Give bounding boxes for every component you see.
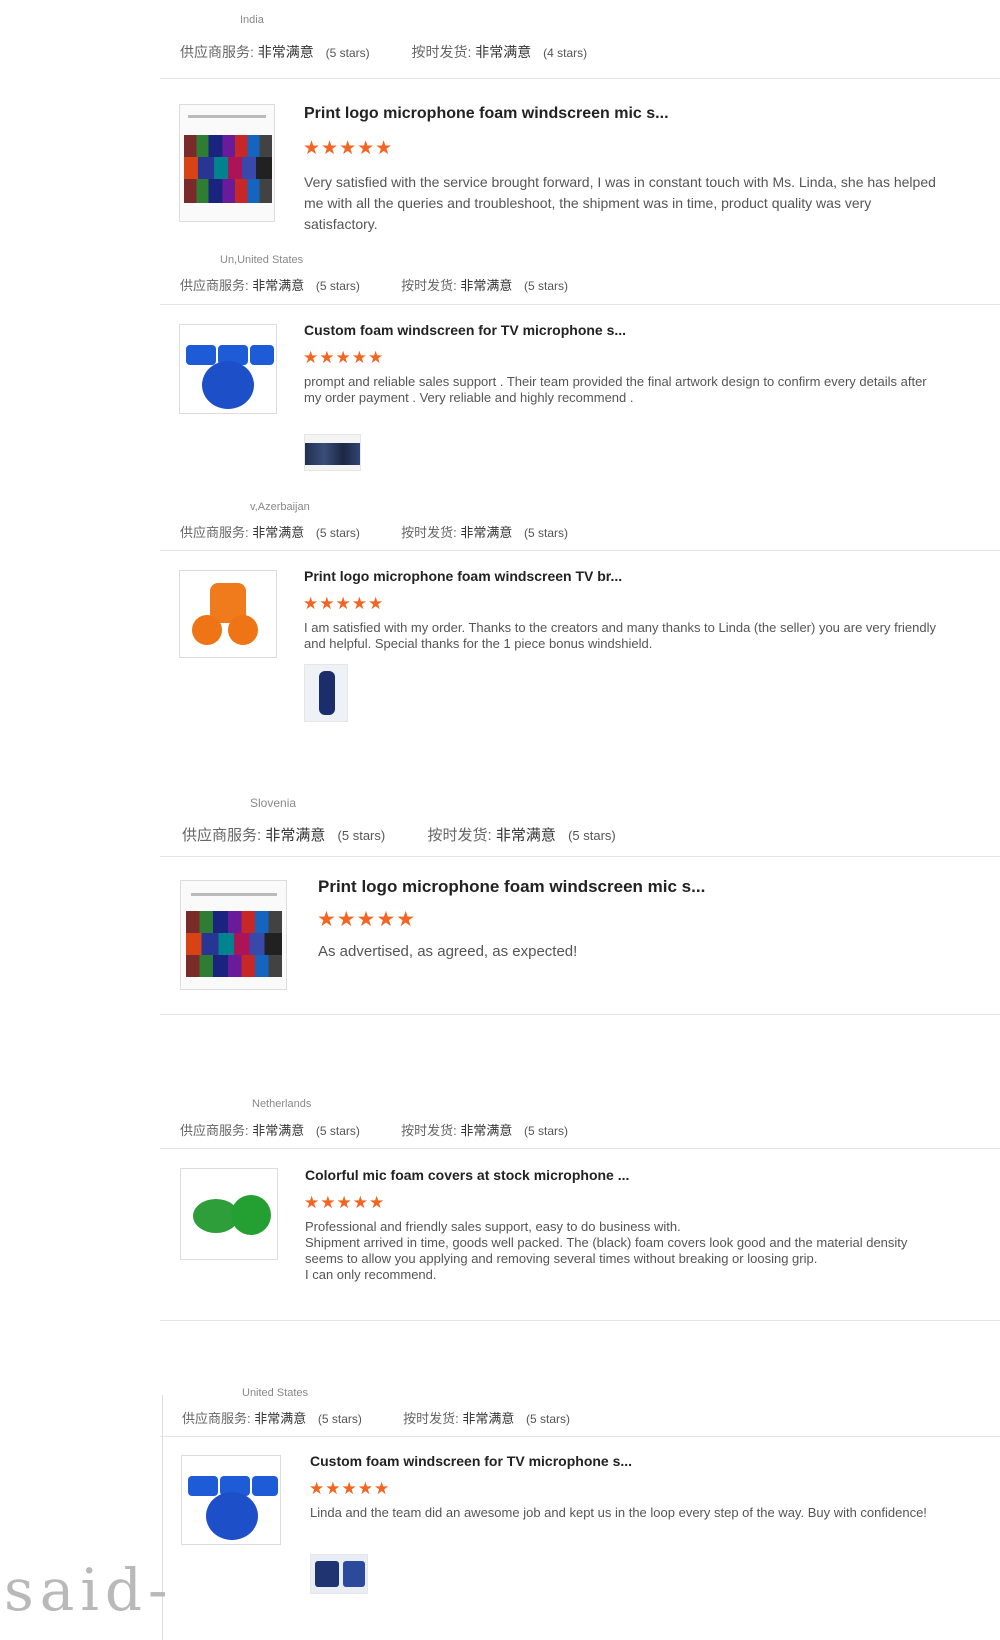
shipping-label: 按时发货: xyxy=(401,278,457,293)
shipping-value: 非常满意 xyxy=(495,827,556,844)
rating-summary: 供应商服务: 非常满意 (5 stars) 按时发货: 非常满意 (4 star… xyxy=(180,42,587,62)
shipping-label: 按时发货: xyxy=(401,1123,457,1138)
divider xyxy=(160,78,1000,79)
rating-summary: 供应商服务: 非常满意 (5 stars) 按时发货: 非常满意 (5 star… xyxy=(180,1120,568,1139)
divider xyxy=(160,304,1000,305)
shipping-stars: (5 stars) xyxy=(526,1412,571,1426)
star-rating: ★★★★★ xyxy=(303,348,385,367)
service-stars: (5 stars) xyxy=(325,46,370,60)
shipping-value: 非常满意 xyxy=(462,1411,515,1426)
review-text: As advertised, as agreed, as expected! xyxy=(318,943,578,960)
product-thumbnail[interactable] xyxy=(181,1455,281,1545)
star-rating: ★★★★★ xyxy=(303,594,385,613)
shipping-label: 按时发货: xyxy=(401,525,457,540)
review-text: I am satisfied with my order. Thanks to … xyxy=(304,620,936,651)
service-label: 供应商服务: xyxy=(182,827,262,844)
star-rating: ★★★★★ xyxy=(317,908,417,931)
star-rating: ★★★★★ xyxy=(304,1193,386,1212)
product-title[interactable]: Custom foam windscreen for TV microphone… xyxy=(304,322,626,338)
product-title[interactable]: Custom foam windscreen for TV microphone… xyxy=(310,1453,632,1469)
shipping-value: 非常满意 xyxy=(475,44,532,60)
divider xyxy=(160,1436,1000,1437)
divider xyxy=(160,1014,1000,1015)
rating-summary: 供应商服务: 非常满意 (5 stars) 按时发货: 非常满意 (5 star… xyxy=(182,824,616,845)
review-text: prompt and reliable sales support . Thei… xyxy=(304,374,927,405)
shipping-stars: (5 stars) xyxy=(524,279,569,293)
divider xyxy=(160,1320,1000,1321)
star-rating: ★★★★★ xyxy=(309,1479,391,1498)
review-attachment-image[interactable] xyxy=(304,434,361,471)
shipping-label: 按时发货: xyxy=(403,1411,459,1426)
rating-summary: 供应商服务: 非常满意 (5 stars) 按时发货: 非常满意 (5 star… xyxy=(180,522,568,541)
product-title[interactable]: Print logo microphone foam windscreen mi… xyxy=(318,877,705,897)
review-text: Very satisfied with the service brought … xyxy=(304,174,936,232)
service-value: 非常满意 xyxy=(265,827,326,844)
product-title[interactable]: Colorful mic foam covers at stock microp… xyxy=(305,1167,629,1183)
service-label: 供应商服务: xyxy=(180,278,249,293)
rating-summary: 供应商服务: 非常满意 (5 stars) 按时发货: 非常满意 (5 star… xyxy=(182,1408,570,1427)
reviewer-location: Un,United States xyxy=(220,254,304,266)
service-label: 供应商服务: xyxy=(180,1123,249,1138)
shipping-stars: (5 stars) xyxy=(524,526,569,540)
product-thumbnail[interactable] xyxy=(179,104,275,222)
service-stars: (5 stars) xyxy=(315,1124,360,1138)
reviewer-location: Slovenia xyxy=(250,796,297,810)
shipping-stars: (5 stars) xyxy=(524,1124,569,1138)
service-label: 供应商服务: xyxy=(180,44,254,60)
product-thumbnail[interactable] xyxy=(179,570,277,658)
shipping-label: 按时发货: xyxy=(411,44,472,60)
rating-summary: 供应商服务: 非常满意 (5 stars) 按时发货: 非常满意 (5 star… xyxy=(180,275,568,294)
review-text: Professional and friendly sales support,… xyxy=(305,1219,908,1282)
service-label: 供应商服务: xyxy=(180,525,249,540)
divider xyxy=(160,550,1000,551)
shipping-value: 非常满意 xyxy=(460,525,513,540)
shipping-stars: (4 stars) xyxy=(543,46,588,60)
divider xyxy=(160,856,1000,857)
service-value: 非常满意 xyxy=(252,525,305,540)
shipping-value: 非常满意 xyxy=(460,1123,513,1138)
product-thumbnail[interactable] xyxy=(180,1168,278,1260)
service-value: 非常满意 xyxy=(252,278,305,293)
service-stars: (5 stars) xyxy=(317,1412,362,1426)
product-thumbnail[interactable] xyxy=(179,324,277,414)
reviewer-location: v,Azerbaijan xyxy=(250,501,310,513)
divider xyxy=(160,1148,1000,1149)
review-attachment-image[interactable] xyxy=(310,1554,368,1594)
product-title[interactable]: Print logo microphone foam windscreen mi… xyxy=(304,105,669,123)
review-text: Linda and the team did an awesome job an… xyxy=(310,1505,927,1520)
service-label: 供应商服务: xyxy=(182,1411,251,1426)
watermark: said- xyxy=(4,1556,174,1624)
shipping-stars: (5 stars) xyxy=(568,828,616,843)
product-thumbnail[interactable] xyxy=(180,880,287,990)
service-value: 非常满意 xyxy=(254,1411,307,1426)
reviewer-location: India xyxy=(240,14,264,26)
service-stars: (5 stars) xyxy=(337,828,386,843)
reviewer-location: United States xyxy=(242,1387,309,1399)
reviewer-location: Netherlands xyxy=(252,1098,312,1110)
star-rating: ★★★★★ xyxy=(303,138,394,159)
service-value: 非常满意 xyxy=(252,1123,305,1138)
shipping-label: 按时发货: xyxy=(427,827,492,844)
review-attachment-image[interactable] xyxy=(304,664,348,722)
product-title[interactable]: Print logo microphone foam windscreen TV… xyxy=(304,568,622,584)
service-stars: (5 stars) xyxy=(315,279,360,293)
service-value: 非常满意 xyxy=(257,44,314,60)
service-stars: (5 stars) xyxy=(315,526,360,540)
shipping-value: 非常满意 xyxy=(460,278,513,293)
